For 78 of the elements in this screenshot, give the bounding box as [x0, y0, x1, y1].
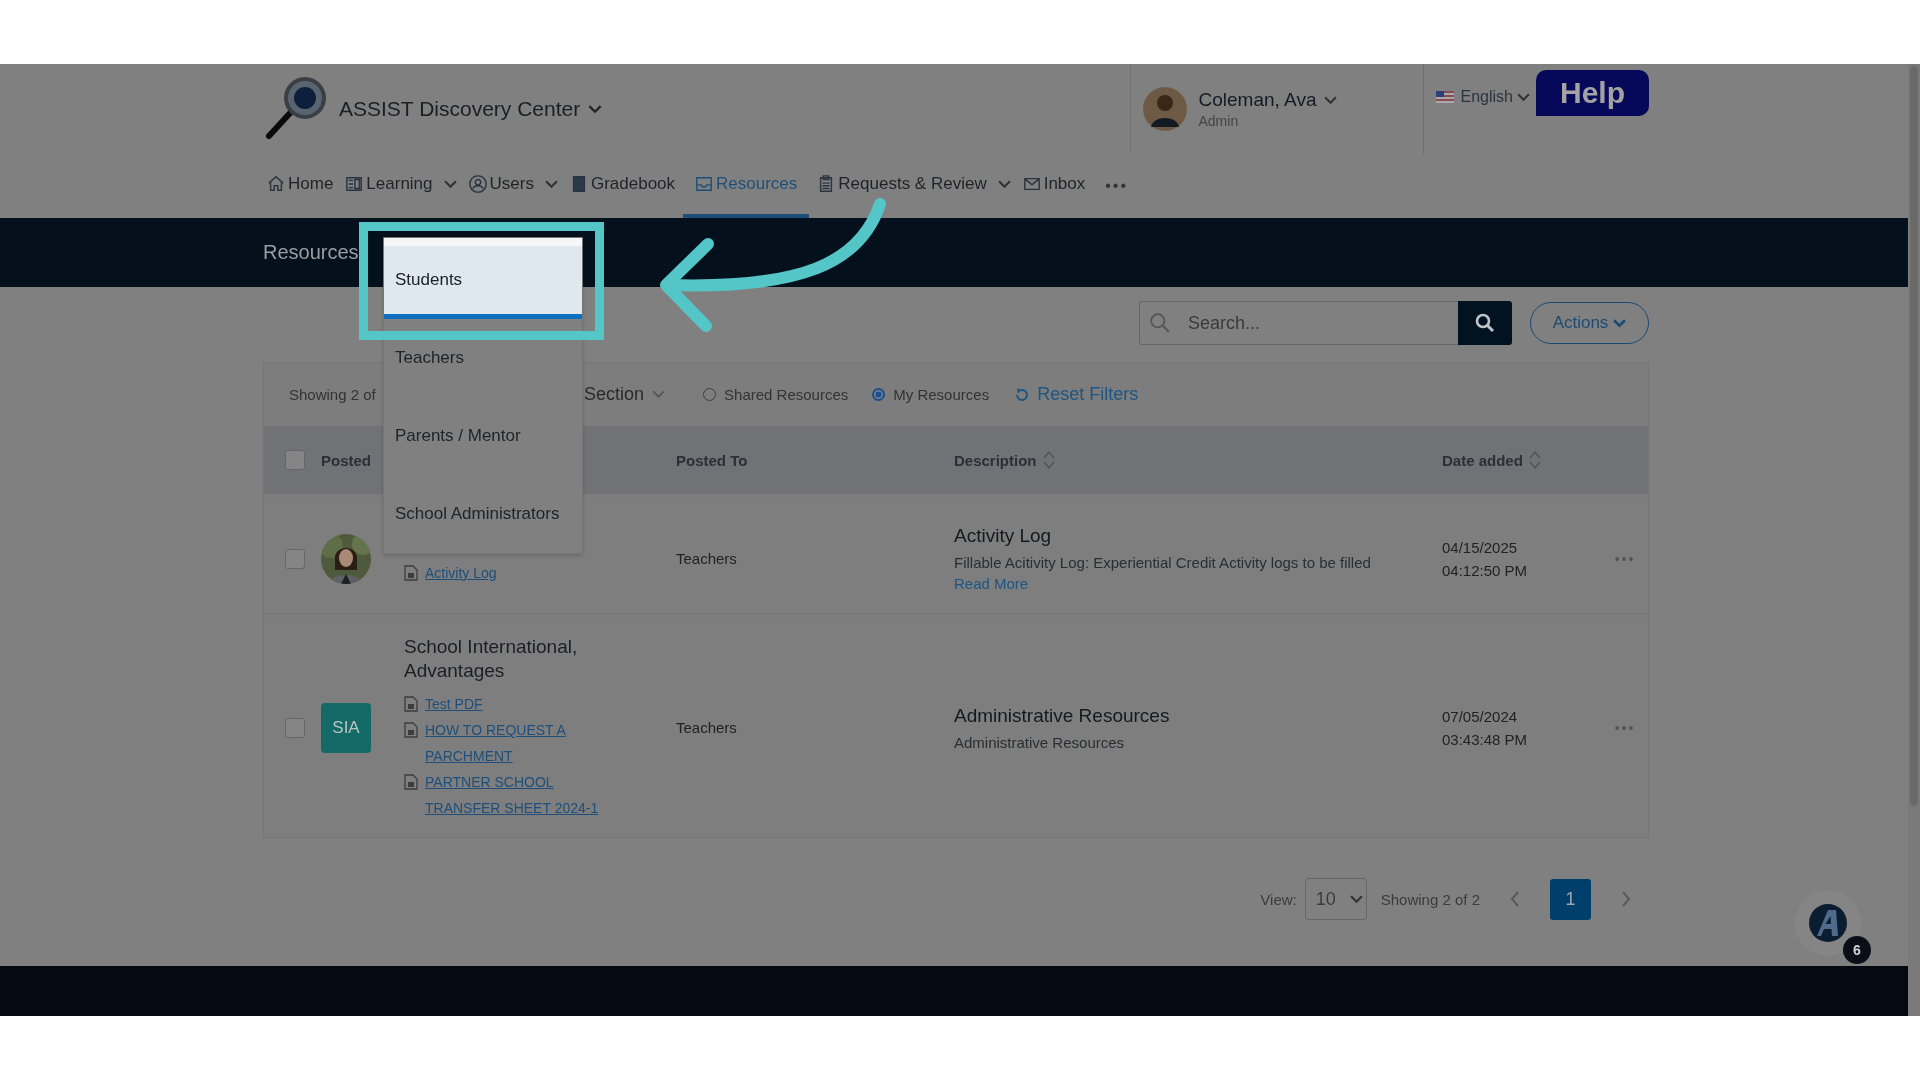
resource-title: Administrative Resources	[954, 705, 1171, 727]
radio-label: Shared Resources	[724, 386, 849, 403]
app-title[interactable]: ASSIST Discovery Center	[339, 97, 581, 121]
column-header: Posted To	[676, 451, 748, 469]
user-name[interactable]: Coleman, Ava	[1198, 89, 1317, 111]
user-avatar-icon[interactable]	[1142, 87, 1187, 131]
chevron-left-icon[interactable]	[1510, 891, 1520, 907]
magnifier-logo-icon	[263, 76, 327, 142]
nav-tab[interactable]: Gradebook	[565, 154, 680, 218]
chevron-down-icon[interactable]	[1324, 95, 1338, 105]
search-field[interactable]: Search...	[1139, 301, 1458, 345]
resource-title: Activity Log	[954, 525, 1053, 547]
row-checkbox[interactable]	[284, 718, 305, 738]
search-icon	[1475, 313, 1495, 333]
envelope-icon	[1022, 175, 1041, 193]
page-button[interactable]: 1	[1550, 878, 1591, 920]
grid-icon	[345, 175, 364, 193]
column-header: Posted	[321, 451, 371, 469]
results-count: Showing 2 of 2	[1380, 890, 1480, 908]
search-button[interactable]	[1458, 301, 1512, 345]
nav-tab[interactable]: Requests & Review	[813, 154, 1015, 218]
document-icon	[404, 564, 418, 581]
row-checkbox[interactable]	[284, 548, 305, 569]
reset-icon	[1014, 386, 1031, 403]
file-link[interactable]: HOW TO REQUEST A PARCHMENT	[425, 717, 625, 769]
document-icon	[404, 774, 418, 790]
home-icon	[267, 175, 285, 193]
sort-icon[interactable]	[1042, 449, 1055, 471]
notification-badge: 6	[1843, 936, 1871, 964]
time-text: 04:12:50 PM	[1442, 561, 1529, 579]
chevron-down-icon	[652, 390, 666, 399]
dropdown-option[interactable]: Students	[384, 238, 582, 319]
section-filter[interactable]: Section	[584, 384, 666, 405]
chevron-down-icon[interactable]	[1517, 93, 1530, 102]
language-selector[interactable]: English	[1460, 88, 1513, 106]
chevron-down-icon	[1613, 318, 1627, 328]
results-count: Showing 2 of	[289, 386, 377, 403]
file-link[interactable]: PARTNER SCHOOL TRANSFER SHEET 2024-1	[425, 769, 625, 821]
chevron-down-icon[interactable]	[588, 104, 603, 114]
help-button[interactable]: Help	[1536, 70, 1649, 116]
user-icon	[468, 175, 487, 193]
column-header: Description	[954, 451, 1037, 469]
page-size-select[interactable]: 10	[1304, 878, 1367, 920]
column-header: Date added	[1442, 451, 1523, 469]
document-icon	[404, 696, 418, 712]
letter-a-logo-icon	[1808, 903, 1848, 943]
time-text: 03:43:48 PM	[1442, 731, 1529, 748]
poster-name: School International, Advantages	[404, 635, 579, 683]
page-title: Resources	[263, 241, 359, 263]
nav-tab[interactable]: Home	[263, 154, 338, 218]
resource-description: Fillable Acitivity Log: Experiential Credit Activity logs to be filled	[954, 554, 1372, 571]
dropdown-option[interactable]: Parents / Mentor	[384, 397, 582, 475]
chevron-right-icon[interactable]	[1621, 891, 1631, 907]
sort-icon[interactable]	[1528, 449, 1541, 471]
chevron-down-icon	[1349, 894, 1363, 904]
date-text: 04/15/2025	[1442, 538, 1519, 556]
document-icon	[404, 722, 418, 738]
tray-icon	[695, 175, 714, 193]
file-link[interactable]: Activity Log	[425, 559, 625, 586]
nav-tab[interactable]: Inbox	[1018, 154, 1090, 218]
nav-tab[interactable]: Learning	[341, 154, 461, 218]
select-all-checkbox[interactable]	[284, 450, 305, 470]
flag-icon	[1435, 91, 1454, 103]
nav-tab[interactable]: Users	[464, 154, 562, 218]
more-menu-button[interactable]: •••	[1105, 177, 1129, 195]
file-link[interactable]: Test PDF	[425, 691, 625, 717]
user-role: Admin	[1198, 113, 1240, 129]
dropdown-option[interactable]: Teachers	[384, 319, 582, 397]
view-label: View:	[1260, 890, 1297, 908]
resource-description: Administrative Resources	[954, 734, 1126, 751]
radio-label: My Resources	[893, 386, 990, 403]
dropdown-option[interactable]: School Administrators	[384, 475, 582, 553]
date-text: 07/05/2024	[1442, 708, 1519, 725]
posted-to-text: Teachers	[676, 719, 737, 736]
search-icon	[1149, 312, 1171, 334]
posted-to-text: Teachers	[676, 549, 737, 567]
radio-button[interactable]	[872, 388, 886, 401]
initials-avatar: SIA	[321, 703, 371, 753]
